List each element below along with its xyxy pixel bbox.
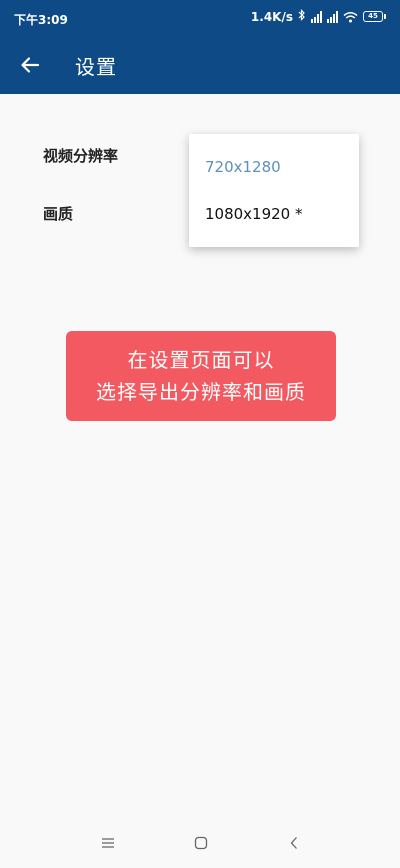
battery-level: 45 <box>363 11 383 22</box>
navigation-bar <box>0 818 400 868</box>
settings-screen: 下午3:09 1.4K/s 45 设置 视频分辨率 画质 720x1280 10… <box>0 0 400 868</box>
dropdown-option-720x1280[interactable]: 720x1280 <box>205 158 281 176</box>
arrow-left-icon <box>21 57 40 73</box>
quality-label: 画质 <box>43 205 74 223</box>
wifi-icon <box>343 11 358 23</box>
chevron-left-icon <box>290 837 297 849</box>
resolution-label: 视频分辨率 <box>43 147 119 165</box>
nav-menu-button[interactable] <box>96 832 120 854</box>
tip-line-1: 在设置页面可以 <box>127 348 275 372</box>
signal-icon <box>311 10 322 23</box>
signal-icon-2 <box>327 10 338 23</box>
network-speed: 1.4K/s <box>250 9 293 24</box>
status-time: 下午3:09 <box>14 13 68 27</box>
resolution-dropdown: 720x1280 1080x1920 * <box>189 134 359 247</box>
dropdown-option-1080x1920[interactable]: 1080x1920 * <box>205 205 303 223</box>
status-icons: 1.4K/s 45 <box>251 9 386 24</box>
battery-icon: 45 <box>363 11 386 22</box>
app-bar: 设置 <box>0 36 400 94</box>
nav-home-button[interactable] <box>189 832 213 854</box>
menu-icon <box>102 838 114 848</box>
nav-back-button[interactable] <box>282 832 306 854</box>
tip-line-2: 选择导出分辨率和画质 <box>96 380 306 404</box>
home-icon <box>194 836 208 850</box>
bluetooth-icon <box>298 9 306 24</box>
status-bar: 下午3:09 1.4K/s 45 <box>0 0 400 36</box>
tip-banner: 在设置页面可以 选择导出分辨率和画质 <box>66 331 336 421</box>
back-button[interactable] <box>14 50 46 80</box>
page-title: 设置 <box>75 55 117 79</box>
